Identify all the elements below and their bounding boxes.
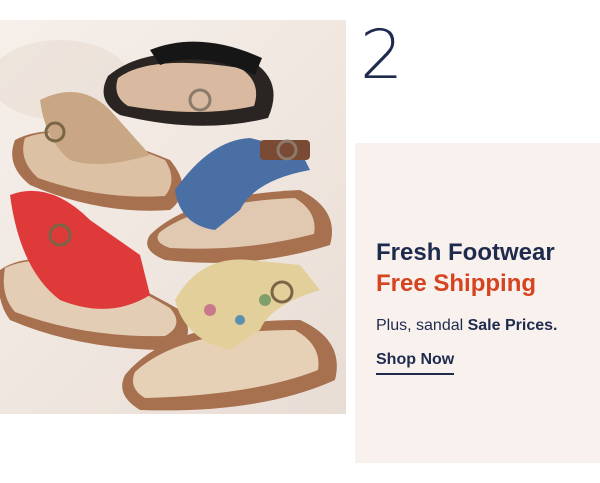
step-number: 2 (360, 16, 403, 95)
promo-body-prefix: Plus, sandal (376, 317, 468, 334)
sandals-photo[interactable] (0, 20, 346, 414)
red-sandal (0, 190, 188, 350)
promo-body: Plus, sandal Sale Prices. (376, 316, 557, 336)
sandals-illustration (0, 40, 337, 411)
black-sandal (103, 41, 274, 126)
shop-now-link[interactable]: Shop Now (376, 350, 455, 375)
promo-panel (355, 143, 600, 463)
promo-subhead: Free Shipping (376, 270, 537, 297)
promo-headline: Fresh Footwear (376, 239, 555, 266)
promo-body-emphasis: Sale Prices. (467, 317, 558, 334)
